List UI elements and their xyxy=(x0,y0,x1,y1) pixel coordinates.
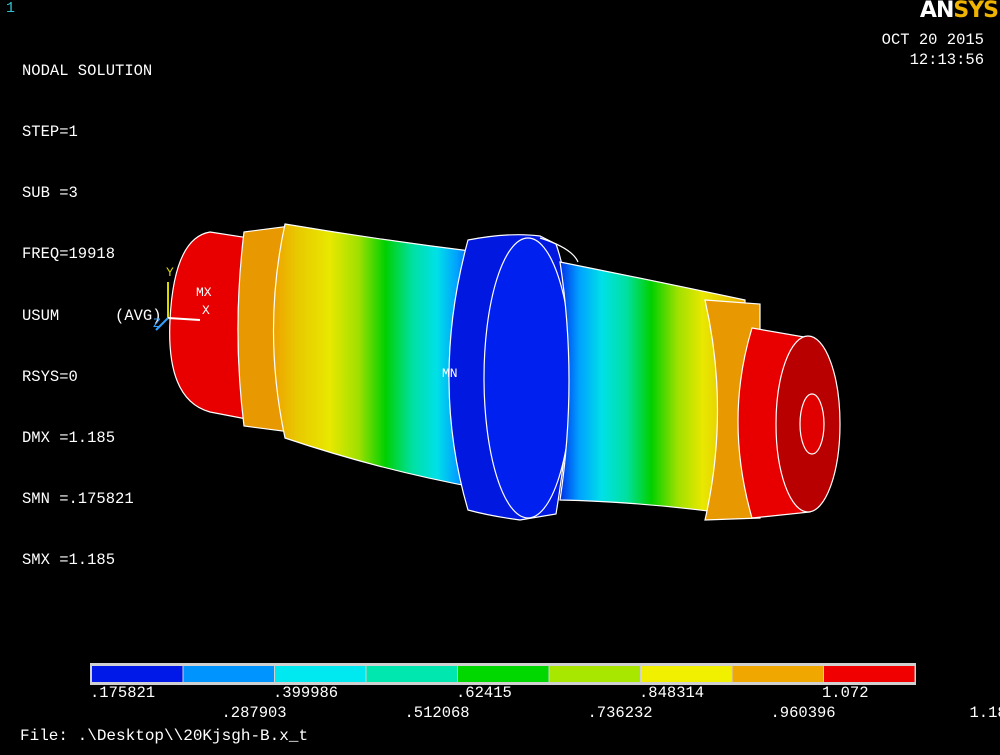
legend-tick-label: .287903 xyxy=(221,704,287,722)
legend-tick-label: .399986 xyxy=(273,684,339,702)
legend-tick-label: 1.072 xyxy=(822,684,869,702)
legend-tick-label: 1.185 xyxy=(969,704,1000,722)
legend-tick-label: .736232 xyxy=(587,704,653,722)
center-flange xyxy=(448,234,579,521)
legend-swatch xyxy=(641,666,732,682)
legend-swatch xyxy=(275,666,366,682)
triad-z-label: Z xyxy=(153,316,161,331)
legend-tick-label: .960396 xyxy=(770,704,836,722)
model-viewport[interactable] xyxy=(0,0,1000,755)
legend-swatch xyxy=(366,666,457,682)
min-marker: MN xyxy=(442,366,458,381)
center-hole xyxy=(799,393,825,455)
triad-x-label: X xyxy=(202,303,210,318)
file-path: File: .\Desktop\\20Kjsgh-B.x_t xyxy=(20,727,309,745)
legend-swatch xyxy=(732,666,823,682)
legend-tick-label: .848314 xyxy=(639,684,705,702)
legend-swatch xyxy=(183,666,274,682)
legend-swatch xyxy=(549,666,640,682)
legend-swatch xyxy=(458,666,549,682)
right-end-cylinder xyxy=(737,327,841,519)
legend-tick-label: .62415 xyxy=(456,684,512,702)
legend-swatch xyxy=(92,666,183,682)
triad-y-label: Y xyxy=(166,265,174,280)
legend-tick-label: .175821 xyxy=(90,684,156,702)
left-main-body xyxy=(272,223,479,489)
legend-swatch xyxy=(824,666,915,682)
legend-tick-label: .512068 xyxy=(404,704,470,722)
max-marker: MX xyxy=(196,285,212,300)
